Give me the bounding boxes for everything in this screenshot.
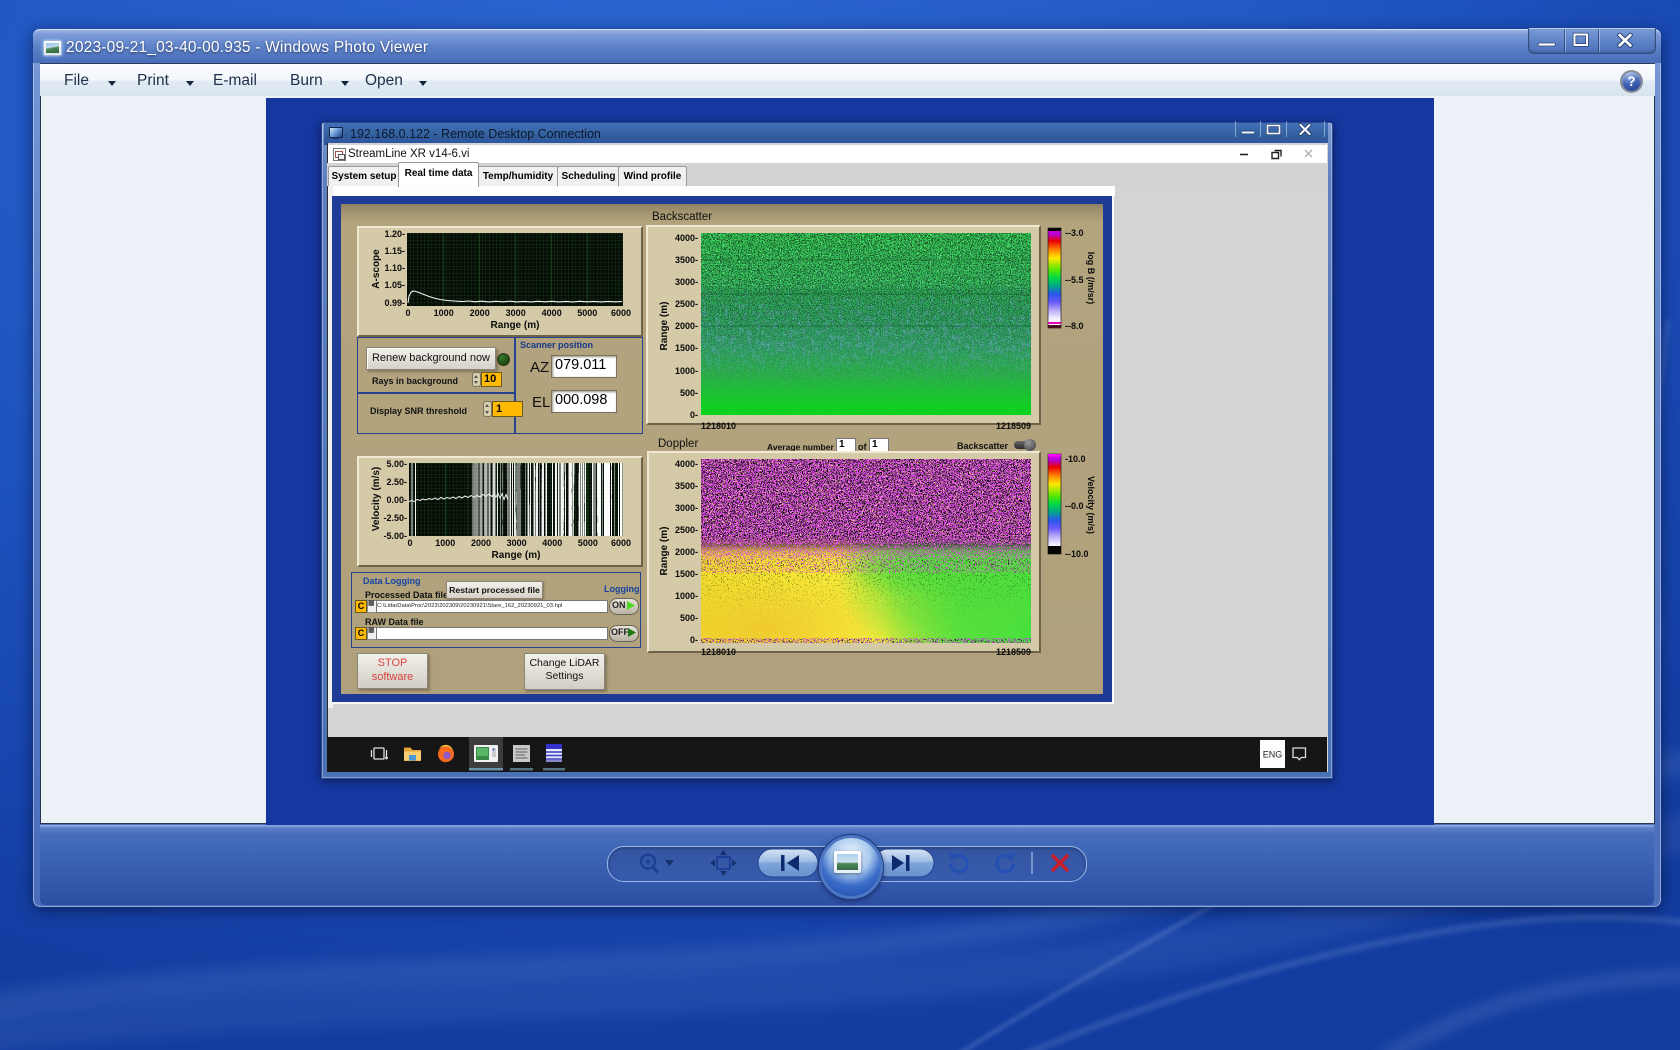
- svg-text:500-: 500-: [680, 388, 698, 398]
- svg-text:500-: 500-: [680, 613, 698, 623]
- svg-text:1500-: 1500-: [675, 343, 698, 353]
- svg-text:2000-: 2000-: [675, 547, 698, 557]
- svg-text:ENG: ENG: [1263, 750, 1283, 760]
- svg-text:4000: 4000: [542, 538, 562, 548]
- svg-text:4000-: 4000-: [675, 459, 698, 469]
- svg-text:-2.50-: -2.50-: [383, 513, 407, 523]
- svg-text:1.15-: 1.15-: [384, 246, 405, 256]
- svg-text:5000: 5000: [577, 308, 597, 318]
- svg-text:6000: 6000: [611, 308, 631, 318]
- svg-text:3500-: 3500-: [675, 255, 698, 265]
- svg-text:--8.0: --8.0: [1065, 321, 1084, 331]
- svg-text:5.00-: 5.00-: [386, 459, 407, 469]
- svg-text:0-: 0-: [690, 410, 698, 420]
- svg-text:1.10-: 1.10-: [384, 263, 405, 273]
- svg-text:3000: 3000: [507, 538, 527, 548]
- svg-text:2000: 2000: [471, 538, 491, 548]
- svg-text:--5.5: --5.5: [1065, 275, 1084, 285]
- svg-text:-5.00-: -5.00-: [383, 531, 407, 541]
- svg-text:Velocity (m/s): Velocity (m/s): [371, 467, 382, 531]
- svg-text:1000: 1000: [434, 308, 454, 318]
- svg-text:0.00-: 0.00-: [386, 495, 407, 505]
- svg-text:0: 0: [405, 308, 410, 318]
- svg-text:3000: 3000: [506, 308, 526, 318]
- svg-text:3000-: 3000-: [675, 277, 698, 287]
- svg-text:3000-: 3000-: [675, 503, 698, 513]
- svg-text:A-scope: A-scope: [371, 249, 382, 289]
- svg-text:1218509: 1218509: [996, 421, 1031, 431]
- svg-text:1218010: 1218010: [701, 647, 736, 657]
- svg-text:1500-: 1500-: [675, 569, 698, 579]
- svg-text:1000-: 1000-: [675, 366, 698, 376]
- svg-text:0-: 0-: [690, 635, 698, 645]
- svg-text:1218010: 1218010: [701, 421, 736, 431]
- svg-text:2000-: 2000-: [675, 321, 698, 331]
- svg-text:1000: 1000: [435, 538, 455, 548]
- svg-text:1.20-: 1.20-: [384, 229, 405, 239]
- svg-text:--3.0: --3.0: [1065, 228, 1084, 238]
- svg-text:--10.0: --10.0: [1065, 549, 1089, 559]
- svg-text:Range (m): Range (m): [492, 550, 541, 561]
- svg-text:2.50-: 2.50-: [386, 477, 407, 487]
- svg-text:-10.0: -10.0: [1065, 454, 1086, 464]
- svg-text:Range (m): Range (m): [659, 302, 670, 351]
- svg-text:2500-: 2500-: [675, 299, 698, 309]
- svg-text:2000: 2000: [470, 308, 490, 318]
- svg-text:Velocity (m/s): Velocity (m/s): [1086, 476, 1096, 534]
- svg-text:6000: 6000: [611, 538, 631, 548]
- svg-text:0.99-: 0.99-: [384, 298, 405, 308]
- svg-text:0: 0: [407, 538, 412, 548]
- svg-text:--0.0: --0.0: [1065, 501, 1084, 511]
- svg-text:Range (m): Range (m): [659, 527, 670, 576]
- svg-text:1.05-: 1.05-: [384, 280, 405, 290]
- svg-text:4000-: 4000-: [675, 233, 698, 243]
- svg-text:4000: 4000: [542, 308, 562, 318]
- svg-text:2500-: 2500-: [675, 525, 698, 535]
- svg-text:Range (m): Range (m): [491, 320, 540, 331]
- svg-text:1218509: 1218509: [996, 647, 1031, 657]
- svg-text:1000-: 1000-: [675, 591, 698, 601]
- svg-text:3500-: 3500-: [675, 481, 698, 491]
- svg-text:5000: 5000: [578, 538, 598, 548]
- svg-text:log B (/m/sr): log B (/m/sr): [1086, 252, 1096, 305]
